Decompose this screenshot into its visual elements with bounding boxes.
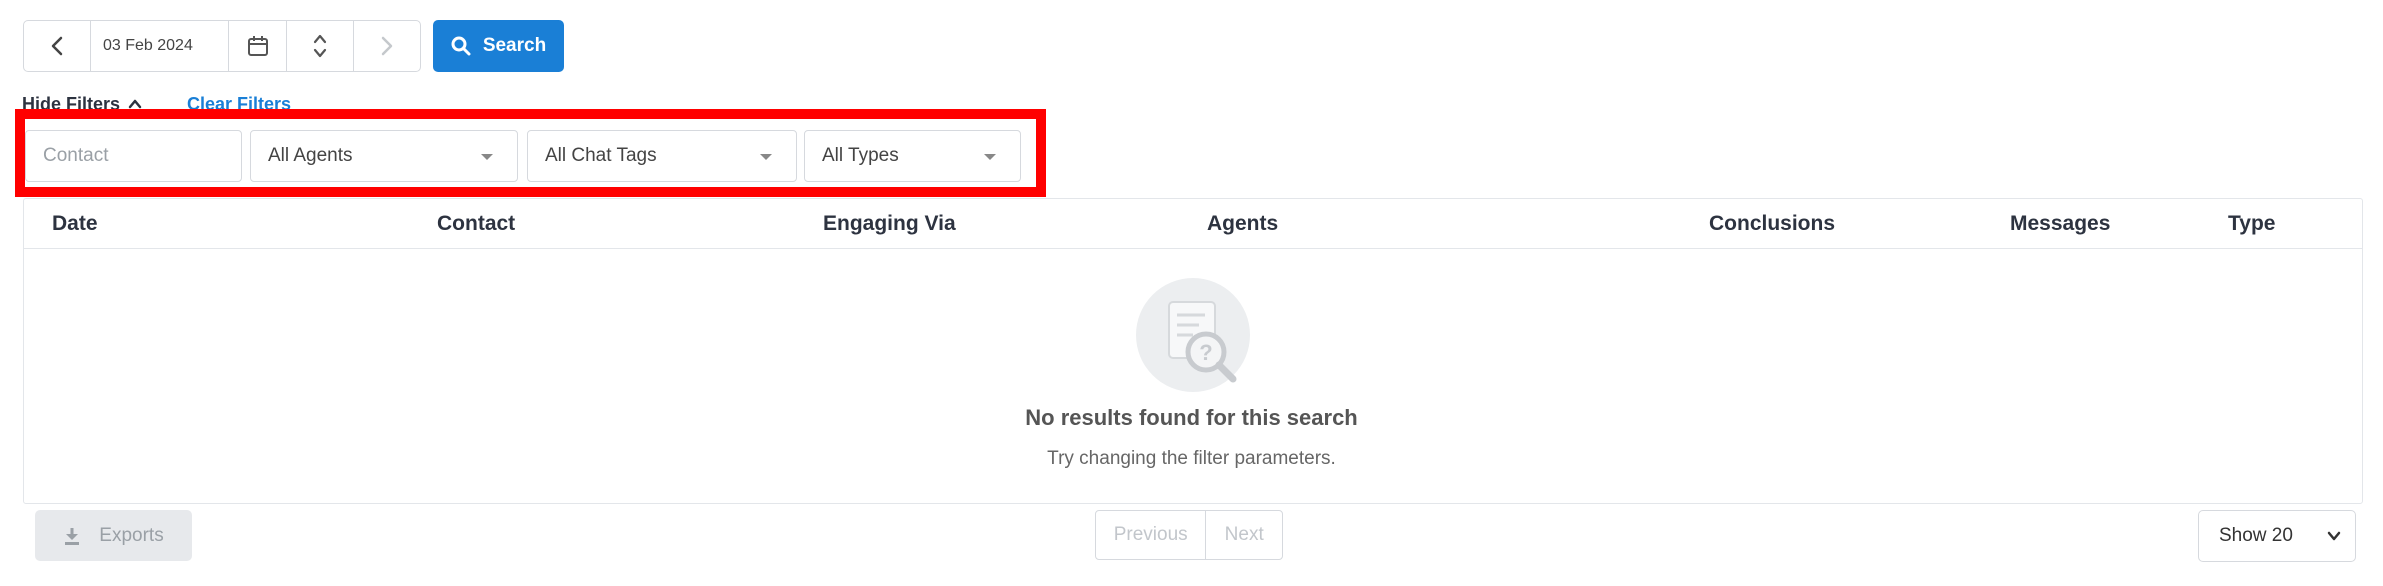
no-results-icon: ?	[1136, 278, 1250, 392]
search-button-label: Search	[482, 35, 547, 56]
search-icon	[451, 36, 471, 56]
table-header: Date Contact Engaging Via Agents Conclus…	[24, 199, 2362, 249]
calendar-button[interactable]	[229, 21, 287, 71]
chevron-up-icon	[128, 99, 142, 109]
search-button[interactable]: Search	[433, 20, 564, 72]
next-page-button[interactable]: Next	[1206, 511, 1282, 559]
column-header-contact[interactable]: Contact	[437, 212, 515, 236]
previous-page-button[interactable]: Previous	[1096, 511, 1207, 559]
column-header-engaging-via[interactable]: Engaging Via	[823, 212, 956, 236]
up-down-spinner-icon	[313, 34, 327, 58]
date-range-spinner[interactable]	[287, 21, 354, 71]
column-header-type[interactable]: Type	[2228, 212, 2275, 236]
column-header-agents[interactable]: Agents	[1207, 212, 1278, 236]
exports-button[interactable]: Exports	[35, 510, 192, 561]
svg-text:?: ?	[1199, 340, 1212, 365]
chevron-left-icon	[51, 36, 63, 56]
exports-label: Exports	[99, 524, 164, 546]
previous-day-button[interactable]	[24, 21, 91, 71]
column-header-messages[interactable]: Messages	[2010, 212, 2110, 236]
column-header-date[interactable]: Date	[52, 212, 98, 236]
empty-state-title: No results found for this search	[1025, 405, 1358, 430]
chevron-right-icon	[381, 36, 393, 56]
pagination: Previous Next	[1095, 510, 1283, 560]
page-size-select[interactable]: Show 20	[2198, 510, 2356, 562]
download-icon	[65, 527, 80, 545]
calendar-icon	[247, 36, 268, 56]
chevron-down-icon	[2327, 531, 2341, 541]
next-day-button[interactable]	[354, 21, 420, 71]
date-navigator: 03 Feb 2024	[23, 20, 421, 72]
filter-highlight-box	[15, 109, 1046, 197]
page-size-value: Show 20	[2219, 525, 2293, 546]
column-header-conclusions[interactable]: Conclusions	[1709, 212, 1835, 236]
empty-state-subtitle: Try changing the filter parameters.	[1047, 448, 1336, 469]
date-input[interactable]: 03 Feb 2024	[91, 21, 229, 71]
